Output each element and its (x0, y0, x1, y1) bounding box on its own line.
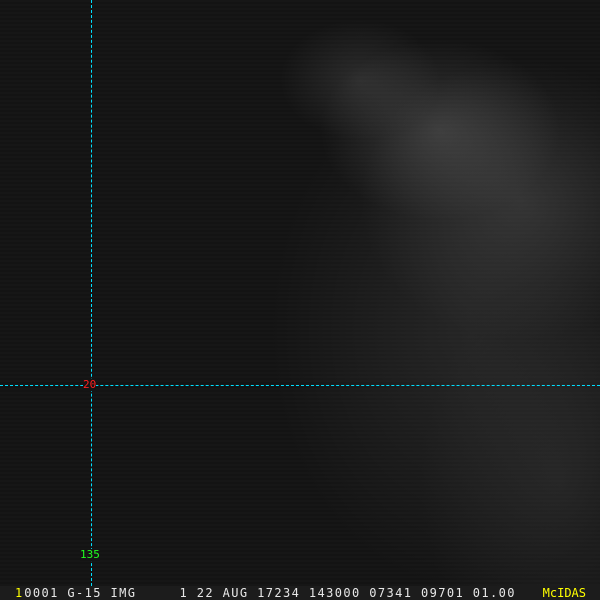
image-info: 0001 G-15 IMG 1 22 AUG 17234 143000 0734… (24, 586, 516, 600)
status-bar: 1 0001 G-15 IMG 1 22 AUG 17234 143000 07… (0, 586, 600, 600)
latitude-label: 20 (83, 378, 97, 391)
satellite-image: 20 135 (0, 0, 600, 586)
frame-number: 1 (15, 586, 23, 600)
longitude-gridline (91, 0, 92, 586)
mcidas-brand: McIDAS (542, 586, 586, 600)
longitude-label: 135 (80, 548, 100, 561)
satellite-viewer: 20 135 1 0001 G-15 IMG 1 22 AUG 17234 14… (0, 0, 600, 600)
